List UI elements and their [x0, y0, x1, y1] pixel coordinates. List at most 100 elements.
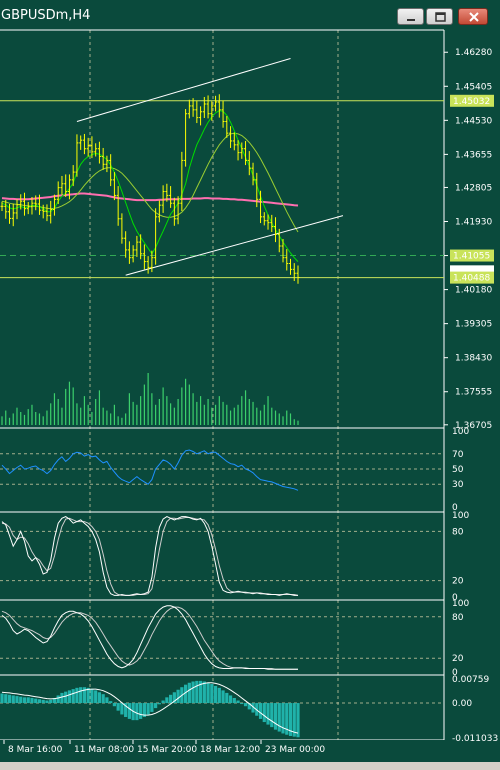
- stoch2-axis-label: 80: [452, 613, 464, 623]
- macd-histogram-bar: [56, 695, 60, 704]
- macd-histogram-bar: [19, 696, 23, 704]
- macd-histogram-bar: [243, 703, 248, 707]
- macd-histogram-bar: [49, 699, 53, 704]
- macd-histogram-bar: [4, 694, 8, 704]
- macd-histogram-bar: [64, 691, 68, 704]
- ma-fast-line: [1, 110, 299, 262]
- macd-histogram-bar: [60, 692, 64, 704]
- macd-histogram-bar: [67, 690, 72, 704]
- macd-histogram-bar: [105, 697, 109, 704]
- rsi-axis-label: 30: [452, 480, 464, 490]
- macd-histogram-bar: [262, 703, 266, 723]
- stoch1-axis-label: 100: [452, 511, 469, 521]
- macd-histogram-bar: [150, 703, 154, 712]
- stoch2-main-line: [1, 605, 298, 670]
- macd-histogram-bar: [112, 703, 117, 707]
- dashed-level-label: 1.41055: [453, 252, 490, 262]
- stoch1-axis-label: 20: [452, 577, 464, 587]
- upper-level-label: 1.45032: [453, 97, 490, 107]
- macd-histogram-bar: [116, 703, 120, 711]
- macd-histogram-bar: [75, 687, 79, 704]
- macd-histogram-bar: [187, 682, 191, 704]
- macd-histogram-bar: [206, 682, 210, 704]
- grid-lines: [0, 29, 500, 762]
- macd-histogram-bar: [97, 692, 102, 704]
- macd-histogram-bar: [154, 703, 158, 709]
- macd-histogram-bar: [221, 690, 225, 704]
- macd-histogram-bar: [266, 703, 270, 725]
- window-bottom-border: [0, 762, 500, 770]
- rsi-axis-label: 50: [452, 465, 464, 475]
- macd-histogram-bar: [86, 687, 90, 704]
- macd-signal-line: [1, 682, 299, 734]
- lower-level-label: 1.40488: [453, 274, 490, 284]
- price-tick-label: 1.40180: [455, 286, 492, 296]
- macd-axis-label: 0.00: [452, 699, 472, 709]
- macd-histogram-bar: [273, 703, 278, 730]
- macd-histogram-bar: [37, 699, 42, 704]
- macd-histogram-bar: [34, 698, 38, 704]
- price-tick-label: 1.44530: [455, 116, 492, 126]
- macd-histogram-bar: [191, 681, 195, 704]
- price-tick-label: 1.39305: [455, 320, 492, 330]
- macd-histogram-bar: [11, 695, 15, 704]
- macd-axis-label: -0.011033: [452, 734, 498, 744]
- macd-histogram-bar: [225, 692, 229, 704]
- macd-histogram-bar: [7, 694, 12, 704]
- macd-histogram-bar: [277, 703, 281, 732]
- price-panel: [0, 57, 444, 425]
- rsi-panel: [0, 449, 444, 491]
- axis-labels: 1.46280 1.45405 1.44530 1.43655 1.42805 1.419…: [3, 48, 498, 755]
- macd-histogram-bar: [281, 703, 285, 734]
- rsi-axis-label: 70: [452, 450, 464, 460]
- price-tick-label: 1.38430: [455, 354, 492, 364]
- macd-histogram-bar: [30, 697, 34, 704]
- upper-channel-line: [76, 57, 291, 122]
- macd-histogram-bar: [120, 703, 124, 715]
- time-tick-label: 18 Mar 12:00: [200, 745, 260, 755]
- macd-histogram-bar: [228, 695, 233, 704]
- macd-histogram-bar: [213, 685, 218, 704]
- price-tick-label: 1.46280: [455, 48, 492, 58]
- macd-histogram-bar: [22, 697, 27, 704]
- macd-histogram-bar: [94, 690, 98, 704]
- macd-histogram-bar: [161, 700, 165, 704]
- macd-histogram-bar: [270, 703, 274, 728]
- macd-histogram-bar: [15, 696, 19, 704]
- macd-histogram-bar: [101, 694, 105, 704]
- ma-mid-line: [1, 132, 299, 233]
- price-tick-label: 1.37555: [455, 388, 492, 398]
- macd-histogram-bar: [236, 700, 240, 704]
- ma-slow-line: [1, 192, 299, 207]
- macd-histogram-bar: [41, 699, 45, 704]
- macd-panel: [0, 680, 444, 738]
- macd-histogram-bar: [90, 689, 94, 704]
- macd-histogram-bar: [296, 703, 300, 738]
- macd-histogram-bar: [202, 681, 206, 704]
- macd-histogram-bar: [176, 689, 180, 704]
- macd-histogram-bar: [135, 703, 139, 721]
- price-tick-label: 1.43655: [455, 150, 492, 160]
- time-tick-label: 8 Mar 16:00: [8, 745, 63, 755]
- macd-histogram-bar: [258, 703, 263, 719]
- stochastic-panel-1: [0, 516, 444, 596]
- macd-histogram-bar: [165, 697, 169, 704]
- macd-histogram-bar: [139, 703, 143, 719]
- macd-histogram-bar: [169, 694, 173, 704]
- macd-histogram-bar: [109, 701, 113, 704]
- macd-histogram-bar: [210, 684, 214, 704]
- macd-histogram-bar: [0, 693, 4, 704]
- chart-area[interactable]: 1.46280 1.45405 1.44530 1.43655 1.42805 1.419…: [0, 0, 500, 762]
- stoch1-main-line: [1, 516, 298, 596]
- macd-histogram-bar: [240, 703, 244, 705]
- stoch1-axis-label: 80: [452, 527, 464, 537]
- macd-histogram-bar: [217, 687, 221, 704]
- stoch2-axis-label: 100: [452, 599, 469, 609]
- macd-histogram-bar: [157, 703, 161, 705]
- time-tick-label: 15 Mar 20:00: [137, 745, 197, 755]
- macd-axis-label: 0.00759: [452, 675, 489, 685]
- macd-histogram-bar: [146, 703, 150, 715]
- stochastic-panel-2: [0, 605, 444, 670]
- macd-histogram-bar: [232, 697, 236, 704]
- macd-histogram-bar: [45, 700, 49, 704]
